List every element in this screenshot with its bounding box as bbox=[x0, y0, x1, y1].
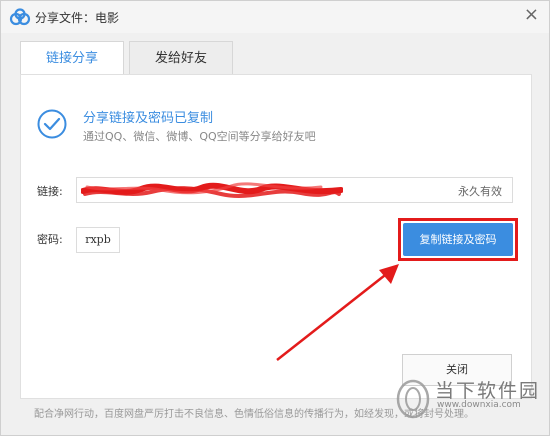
tab-link-share[interactable]: 链接分享 bbox=[20, 41, 124, 75]
window-title: 分享文件：电影 bbox=[35, 11, 120, 25]
red-arrow-annotation bbox=[276, 264, 399, 361]
watermark-url: www.downxia.com bbox=[437, 400, 521, 410]
password-value: rxpb bbox=[76, 227, 120, 253]
close-icon[interactable]: × bbox=[524, 4, 539, 25]
title-bar: 分享文件：电影 × bbox=[1, 1, 549, 33]
success-message: 分享链接及密码已复制 bbox=[83, 111, 214, 126]
link-validity: 永久有效 bbox=[458, 185, 502, 198]
watermark-text: 当下软件园 bbox=[435, 380, 541, 402]
password-label: 密码: bbox=[37, 233, 63, 246]
share-hint: 通过QQ、微信、微博、QQ空间等分享给好友吧 bbox=[83, 130, 316, 143]
tab-send-to-friend[interactable]: 发给好友 bbox=[129, 41, 233, 75]
copy-link-and-password-button[interactable]: 复制链接及密码 bbox=[403, 223, 513, 256]
link-label: 链接: bbox=[37, 185, 63, 198]
share-dialog: 分享文件：电影 × 链接分享 发给好友 分享链接及密码已复制 通过QQ、微信、微… bbox=[0, 0, 550, 436]
baidu-netdisk-logo-icon bbox=[9, 8, 31, 26]
redacted-link-scribble bbox=[81, 182, 343, 199]
link-field[interactable]: 永久有效 bbox=[76, 177, 513, 203]
success-check-icon bbox=[37, 109, 67, 139]
